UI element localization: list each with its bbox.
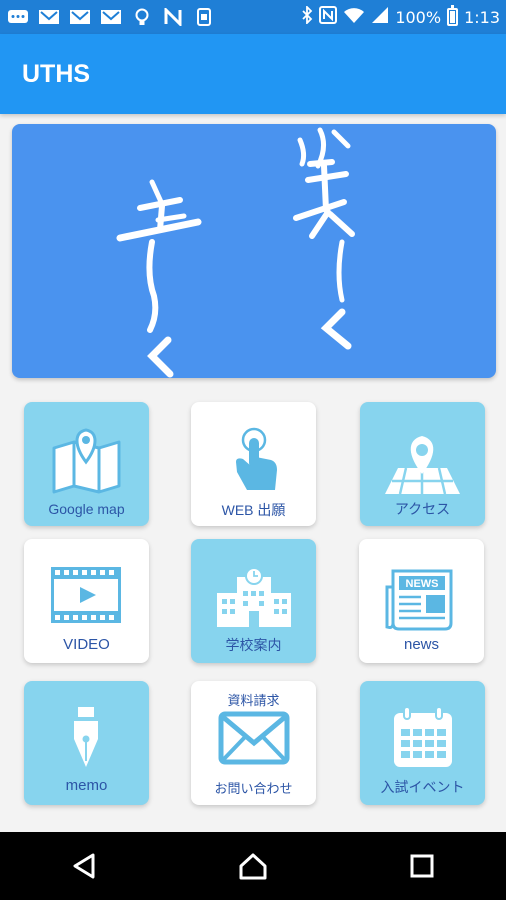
- recents-button[interactable]: [392, 836, 452, 896]
- news-tile[interactable]: NEWS news: [359, 539, 484, 663]
- back-button[interactable]: [54, 836, 114, 896]
- web-application-tile[interactable]: WEB 出願: [191, 402, 316, 526]
- memo-label: memo: [65, 777, 108, 794]
- menu-grid: Google map WEB 出願 アクセス VIDEO 学校案内 NEWS n…: [0, 0, 506, 900]
- memo-tile[interactable]: memo: [24, 681, 149, 805]
- access-label: アクセス: [394, 501, 451, 517]
- entrance-event-tile[interactable]: 入試イベント: [360, 681, 485, 805]
- inquiry-label: お問い合わせ: [214, 781, 293, 796]
- news-label: news: [403, 636, 440, 653]
- video-label: VIDEO: [63, 636, 110, 653]
- video-tile[interactable]: VIDEO: [24, 539, 149, 663]
- inquiry-tile[interactable]: 資料請求 お問い合わせ: [191, 681, 316, 805]
- back-icon: [73, 853, 95, 879]
- school-guide-label: 学校案内: [225, 637, 282, 653]
- svg-text:NEWS: NEWS: [406, 578, 439, 590]
- school-guide-tile[interactable]: 学校案内: [191, 539, 316, 663]
- home-icon: [239, 853, 267, 880]
- recents-icon: [410, 854, 434, 878]
- entrance-event-label: 入試イベント: [380, 779, 465, 795]
- access-tile[interactable]: アクセス: [360, 402, 485, 526]
- system-nav-bar: [0, 832, 506, 900]
- home-button[interactable]: [223, 836, 283, 896]
- google-map-label: Google map: [48, 501, 125, 517]
- google-map-tile[interactable]: Google map: [24, 402, 149, 526]
- web-application-label: WEB 出願: [221, 502, 286, 518]
